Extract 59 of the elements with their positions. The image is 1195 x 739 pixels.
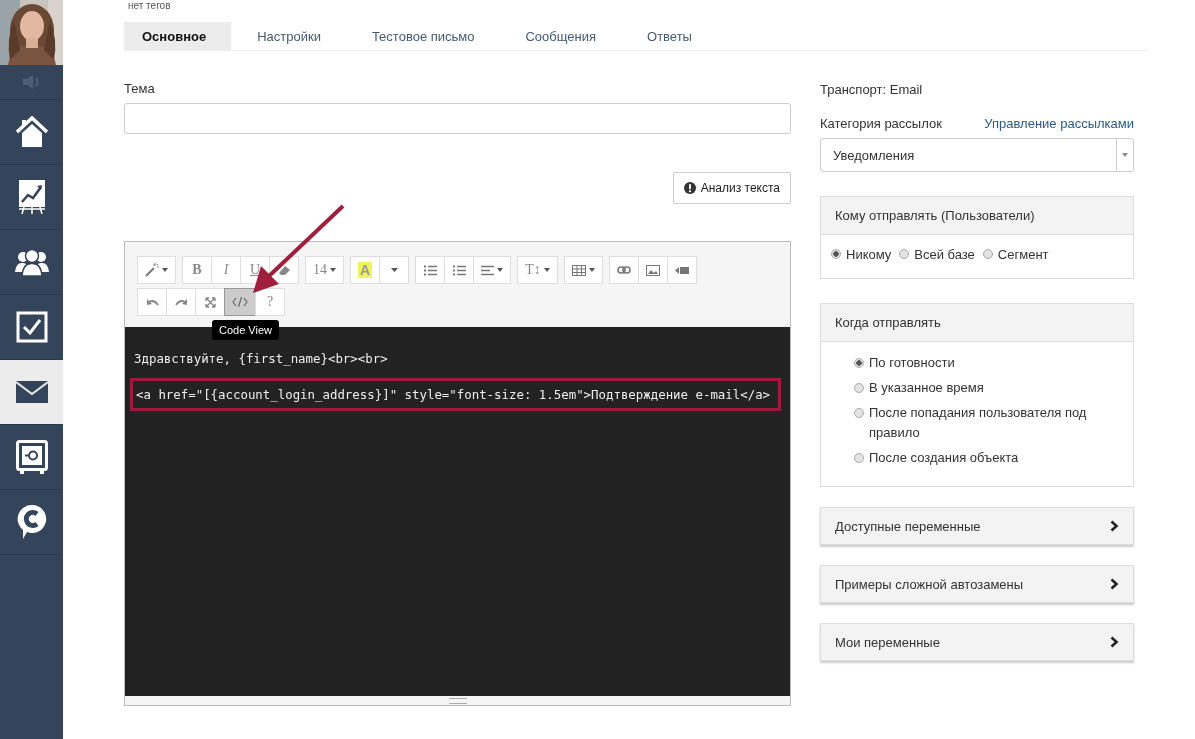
radio-option[interactable]: По готовности <box>854 356 1113 373</box>
radio-option[interactable]: Сегмент <box>982 247 1049 262</box>
radio-option[interactable]: После попадания пользователя под правило <box>854 406 1113 443</box>
presentation-chart-icon <box>17 179 46 215</box>
list-icon <box>423 264 437 276</box>
analyze-button[interactable]: Анализ текста <box>672 172 791 204</box>
toolbar-button[interactable]: I <box>211 256 241 284</box>
home-icon <box>14 116 49 148</box>
undo-icon <box>145 298 159 306</box>
radio-option[interactable]: Всей базе <box>899 247 975 262</box>
magic-wand-icon <box>145 263 159 277</box>
toolbar-button[interactable]: 14 <box>305 256 344 284</box>
safe-icon <box>15 440 48 474</box>
fullscreen-icon <box>204 296 216 308</box>
list-icon <box>481 264 495 276</box>
link-icon <box>616 266 631 274</box>
panel-title: Кому отправлять (Пользователи) <box>835 208 1035 223</box>
tab[interactable]: Настройки <box>239 22 346 50</box>
caret-icon <box>390 268 398 272</box>
category-select[interactable]: Уведомления <box>820 138 1134 172</box>
eraser-icon <box>277 264 291 276</box>
tab[interactable]: Ответы <box>629 22 717 50</box>
transport-text: Транспорт: Email <box>820 82 924 97</box>
tab[interactable]: Тестовое письмо <box>353 22 500 50</box>
nav-item[interactable] <box>0 360 63 425</box>
resize-handle[interactable] <box>125 696 790 705</box>
code-icon <box>232 297 248 307</box>
accordion-header[interactable]: Мои переменные <box>820 623 1134 661</box>
accordion-header[interactable]: Доступные переменные <box>820 507 1134 545</box>
video-icon <box>674 265 689 275</box>
tab[interactable]: Основное <box>124 22 232 50</box>
tooltip: Code View <box>212 320 279 340</box>
chat-logo-icon <box>16 504 47 540</box>
envelope-icon <box>15 381 48 403</box>
field-label: Тема <box>124 81 156 96</box>
subject-input[interactable] <box>124 103 791 134</box>
checkbox-icon <box>15 311 48 343</box>
tags-text: нет тегов <box>127 0 172 12</box>
code-line: <a href="[{account_login_address}]" style="font-size: 1.5em">Подтверждение e-mail</a> <box>136 387 771 402</box>
radio-option[interactable]: После создания объекта <box>854 451 1113 468</box>
info-icon <box>683 182 696 194</box>
table-icon <box>571 264 586 276</box>
toolbar-button[interactable] <box>224 288 256 316</box>
caret-icon <box>1122 153 1128 157</box>
manage-link[interactable]: Управление рассылками <box>984 116 1134 131</box>
tab[interactable]: Сообщения <box>507 22 622 50</box>
accordion-header[interactable]: Примеры сложной автозамены <box>820 565 1134 603</box>
redo-icon <box>174 298 188 306</box>
toolbar-button[interactable]: ? <box>255 288 285 316</box>
users-icon <box>14 248 49 276</box>
field-label: Категория рассылок <box>820 116 942 131</box>
list-icon <box>452 264 466 276</box>
image-icon <box>645 264 660 276</box>
toolbar-button[interactable]: B <box>182 256 212 284</box>
code-line: Здравствуйте, {first_name}<br><br> <box>134 351 388 366</box>
toolbar-button[interactable]: T↕ <box>517 256 558 284</box>
radio-option[interactable]: Никому <box>831 247 892 262</box>
panel-title: Когда отправлять <box>835 315 941 330</box>
radio-option[interactable]: В указанное время <box>854 381 1113 398</box>
